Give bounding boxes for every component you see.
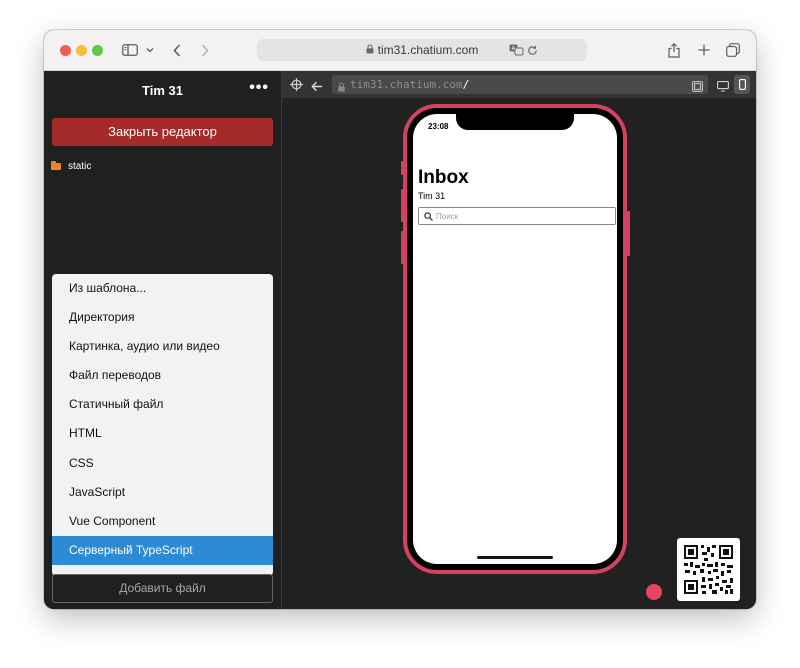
page-title: Inbox (418, 167, 469, 188)
address-text: tim31.chatium.com (377, 43, 479, 57)
menu-item-from-template[interactable]: Из шаблона... (52, 274, 273, 303)
menu-item-directory[interactable]: Директория (52, 303, 273, 332)
zoom-window-button[interactable] (92, 45, 103, 56)
preview-toolbar: tim31.chatium.com/ (282, 71, 756, 98)
menu-item-javascript[interactable]: JavaScript (52, 478, 273, 507)
menu-item-css[interactable]: CSS (52, 449, 273, 478)
project-title: Tim 31 (142, 83, 183, 98)
lock-icon (338, 79, 345, 97)
browser-titlebar: tim31.chatium.com A (44, 30, 756, 71)
page-subtitle: Tim 31 (418, 191, 446, 201)
chevron-down-icon[interactable] (144, 39, 156, 61)
preview-pane: tim31.chatium.com/ 23:08 Inbox Tim 31 По… (282, 71, 756, 609)
share-icon[interactable] (665, 39, 683, 61)
lock-icon (366, 41, 374, 59)
crosshair-icon[interactable] (290, 78, 303, 96)
phone-power-button (627, 211, 630, 256)
phone-notch (456, 114, 574, 130)
close-window-button[interactable] (60, 45, 71, 56)
new-file-menu: Из шаблона... Директория Картинка, аудио… (52, 274, 273, 576)
reload-icon[interactable] (525, 39, 539, 61)
search-input[interactable]: Поиск (418, 207, 616, 225)
translate-icon[interactable]: A (507, 39, 525, 61)
preview-url-host: tim31.chatium.com (350, 78, 463, 91)
menu-item-server-typescript[interactable]: Серверный TypeScript (52, 535, 273, 565)
phone-screen: 23:08 Inbox Tim 31 Поиск (413, 114, 617, 564)
back-arrow-icon[interactable] (311, 79, 323, 97)
more-menu-icon[interactable]: ••• (249, 79, 269, 97)
add-file-button[interactable]: Добавить файл (52, 574, 273, 603)
search-icon (424, 211, 433, 221)
phone-frame: 23:08 Inbox Tim 31 Поиск (403, 104, 627, 574)
browser-window: tim31.chatium.com A Tim 31 ••• Закрыть р… (44, 30, 756, 609)
new-tab-icon[interactable] (695, 39, 713, 61)
preview-url-path: / (462, 78, 470, 91)
folder-icon (51, 161, 61, 170)
home-indicator (477, 556, 553, 559)
qr-code (677, 538, 740, 601)
record-indicator[interactable] (646, 584, 662, 600)
minimize-window-button[interactable] (76, 45, 87, 56)
menu-item-vue-component[interactable]: Vue Component (52, 507, 273, 536)
back-icon[interactable] (169, 39, 185, 61)
menu-item-html[interactable]: HTML (52, 419, 273, 448)
status-time: 23:08 (428, 122, 449, 131)
svg-text:A: A (511, 46, 515, 52)
preview-url-text: tim31.chatium.com/ (350, 78, 469, 91)
tree-item-label: static (68, 161, 92, 172)
close-editor-button[interactable]: Закрыть редактор (52, 118, 273, 146)
preview-url-bar[interactable]: tim31.chatium.com/ (332, 75, 708, 94)
tree-item-static[interactable]: static (51, 161, 91, 172)
search-placeholder: Поиск (436, 211, 459, 221)
tab-overview-icon[interactable] (724, 39, 742, 61)
menu-item-media[interactable]: Картинка, аудио или видео (52, 332, 273, 361)
menu-item-static-file[interactable]: Статичный файл (52, 390, 273, 419)
open-window-icon[interactable] (692, 79, 703, 97)
mobile-view-icon[interactable] (734, 75, 750, 94)
forward-icon[interactable] (197, 39, 213, 61)
sidebar-toggle-icon[interactable] (121, 39, 139, 61)
editor-sidebar: Tim 31 ••• Закрыть редактор static Из ша… (44, 71, 282, 609)
menu-item-translations[interactable]: Файл переводов (52, 361, 273, 390)
desktop-view-icon[interactable] (717, 79, 729, 97)
